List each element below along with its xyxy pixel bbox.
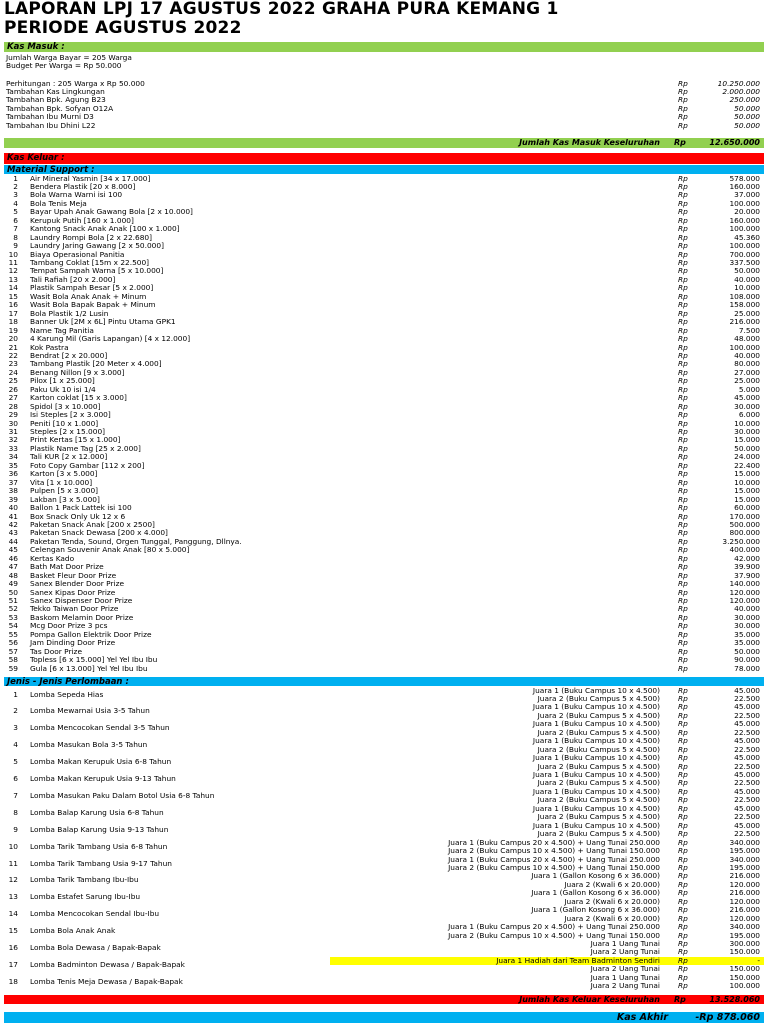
lomba-row: Juara 2 Uang Tunai Rp 100.000 — [4, 981, 764, 991]
kas-masuk-row: Tambahan Ibu Dhini L22 Rp 50.000 — [4, 120, 764, 130]
kas-akhir-amount: -Rp 878.060 — [695, 1012, 760, 1023]
title-line-2: PERIODE AGUSTUS 2022 — [4, 18, 242, 38]
material-row: 46 Kertas Kado Rp 42.000 — [4, 554, 764, 563]
material-row: 25 Pilox [1 x 25.000] Rp 25.000 — [4, 376, 764, 385]
material-row: 38 Pulpen [5 x 3.000] Rp 15.000 — [4, 486, 764, 495]
kas-keluar-total: Jumlah Kas Keluar Keseluruhan Rp 13.528.06… — [4, 995, 764, 1004]
kas-keluar-header: Kas Keluar : — [4, 153, 764, 164]
currency-label: Rp — [678, 120, 688, 130]
material-row: 16 Wasit Bola Bapak Bapak + Minum Rp 158.00… — [4, 300, 764, 309]
material-row: 28 Spidol [3 x 10.000] Rp 30.000 — [4, 402, 764, 411]
kas-masuk-row: Tambahan Bpk. Agung B23 Rp 250.000 — [4, 95, 764, 104]
total-amount: 13.528.060 — [709, 995, 760, 1004]
material-row: 55 Pompa Gallon Elektrik Door Prize Rp 35.0… — [4, 630, 764, 639]
material-row: 45 Celengan Souvenir Anak Anak [80 x 5.00… — [4, 545, 764, 554]
material-row: 49 Sanex Blender Door Prize Rp 140.000 — [4, 579, 764, 588]
kas-masuk-row: Perhitungan : 205 Warga x Rp 50.000 Rp 10.… — [4, 79, 764, 88]
material-row: 27 Karton coklat [15 x 3.000] Rp 45.000 — [4, 393, 764, 402]
material-row: 56 Jam Dinding Door Prize Rp 35.000 — [4, 638, 764, 647]
material-row: 18 Banner Uk [2M x 6L] Pintu Utama GPK1 Rp… — [4, 317, 764, 326]
currency-label: Rp — [678, 663, 688, 673]
total-label: Jumlah Kas Masuk Keseluruhan — [519, 138, 660, 147]
title-line-1: LAPORAN LPJ 17 AGUSTUS 2022 GRAHA PURA K… — [4, 0, 559, 19]
currency-label: Rp — [678, 981, 688, 991]
kas-masuk-info: Budget Per Warga = Rp 50.000 — [4, 60, 764, 70]
kas-masuk-header: Kas Masuk : — [4, 42, 764, 52]
material-row: 30 Peniti [10 x 1.000] Rp 10.000 — [4, 419, 764, 428]
material-row: 21 Kok Pastra Rp 100.000 — [4, 343, 764, 352]
material-amount: 78.000 — [734, 663, 760, 673]
total-currency: Rp — [674, 138, 686, 147]
kas-akhir-label: Kas Akhir — [616, 1012, 668, 1023]
material-row: 33 Plastik Name Tag [25 x 2.000] Rp 50.000 — [4, 444, 764, 453]
income-label: Tambahan Ibu Dhini L22 — [6, 120, 96, 130]
lomba-amount: 100.000 — [729, 981, 760, 991]
kas-masuk-row: Tambahan Kas Lingkungan Rp 2.000.000 — [4, 87, 764, 96]
material-support-header: Material Support : — [4, 165, 764, 175]
total-currency: Rp — [674, 995, 686, 1004]
total-label: Jumlah Kas Keluar Keseluruhan — [519, 995, 660, 1004]
material-row: 3 Bola Warna Warni isi 100 Rp 37.000 — [4, 190, 764, 199]
material-number: 59 — [8, 663, 18, 673]
material-row: 29 Isi Steples [2 x 3.000] Rp 6.000 — [4, 410, 764, 419]
material-row: 37 Vita [1 x 10.000] Rp 10.000 — [4, 478, 764, 487]
kas-masuk-total: Jumlah Kas Masuk Keseluruhan Rp 12.650.000 — [4, 138, 764, 148]
material-row: 53 Baskom Melamin Door Prize Rp 30.000 — [4, 613, 764, 622]
material-row: 35 Foto Copy Gambar [112 x 200] Rp 22.400 — [4, 461, 764, 470]
material-row: 12 Tempat Sampah Warna [5 x 10.000] Rp 50.0… — [4, 267, 764, 276]
material-row: 47 Bath Mat Door Prize Rp 39.900 — [4, 562, 764, 571]
material-row: 36 Karton [3 x 5.000] Rp 15.000 — [4, 469, 764, 478]
material-row: 24 Benang Nillon [9 x 3.000] Rp 27.000 — [4, 368, 764, 377]
income-amount: 50.000 — [734, 120, 760, 130]
material-name: Gula [6 x 13.000] Yel Yel Ibu Ibu — [30, 663, 148, 673]
lomba-amount: 150.000 — [729, 947, 760, 957]
report-title: LAPORAN LPJ 17 AGUSTUS 2022 GRAHA PURA K… — [4, 0, 764, 38]
info-text: Budget Per Warga = Rp 50.000 — [6, 60, 122, 70]
material-row: 59 Gula [6 x 13.000] Yel Yel Ibu Ibu Rp 78.… — [4, 663, 764, 673]
prize-description: Juara 2 Uang Tunai — [590, 981, 660, 991]
kas-akhir-row: Kas Akhir -Rp 878.060 — [4, 1012, 764, 1023]
material-row: 20 4 Karung Mil (Garis Lapangan) [4 x 12.… — [4, 334, 764, 343]
lomba-header: Jenis - Jenis Perlombaan : — [4, 677, 764, 687]
material-row: 51 Sanex Dispenser Door Prize Rp 120.000 — [4, 596, 764, 605]
kas-masuk-row: Tambahan Bpk. Sofyan O12A Rp 50.000 — [4, 104, 764, 113]
total-amount: 12.650.000 — [709, 138, 760, 147]
kas-masuk-row: Tambahan Ibu Murni D3 Rp 50.000 — [4, 112, 764, 121]
